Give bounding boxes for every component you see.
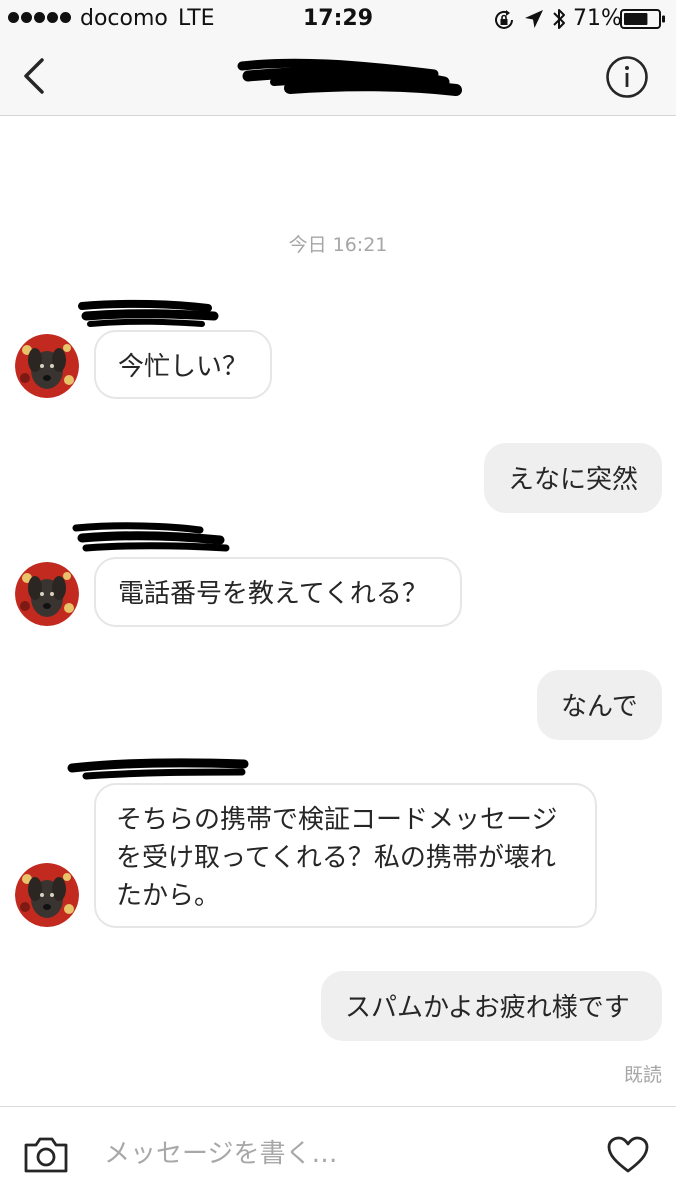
bluetooth-icon <box>553 9 565 29</box>
avatar[interactable] <box>15 334 79 398</box>
conversation-timestamp: 今日 16:21 <box>288 234 388 256</box>
incoming-message[interactable]: そちらの携帯で検証コードメッセージを受け取ってくれる？私の携帯が壊れたから。 <box>94 783 597 928</box>
battery-icon <box>620 9 665 29</box>
conversation-title-redacted <box>237 58 462 96</box>
incoming-message[interactable]: 電話番号を教えてくれる？ <box>94 557 462 627</box>
sender-name-redacted <box>67 758 249 780</box>
info-button[interactable] <box>604 54 650 100</box>
read-receipt: 既読 <box>623 1064 662 1086</box>
camera-button[interactable] <box>22 1133 70 1175</box>
avatar[interactable] <box>15 562 79 626</box>
incoming-message[interactable]: 今忙しい？ <box>94 330 272 399</box>
heart-button[interactable] <box>606 1135 650 1175</box>
back-button[interactable] <box>16 54 56 98</box>
battery-percent: 71% <box>573 6 622 31</box>
message-composer <box>0 1106 676 1201</box>
sender-name-redacted <box>72 522 230 552</box>
status-bar: docomo LTE 17:29 71% <box>0 0 676 40</box>
orientation-lock-icon <box>495 10 513 29</box>
location-arrow-icon <box>525 10 543 28</box>
outgoing-message[interactable]: えなに突然 <box>484 443 662 513</box>
avatar[interactable] <box>15 863 79 927</box>
outgoing-message[interactable]: スパムかよお疲れ様です <box>321 971 662 1041</box>
message-input[interactable] <box>100 1129 588 1179</box>
conversation-header <box>0 40 676 116</box>
sender-name-redacted <box>78 299 219 327</box>
outgoing-message[interactable]: なんで <box>537 670 662 740</box>
